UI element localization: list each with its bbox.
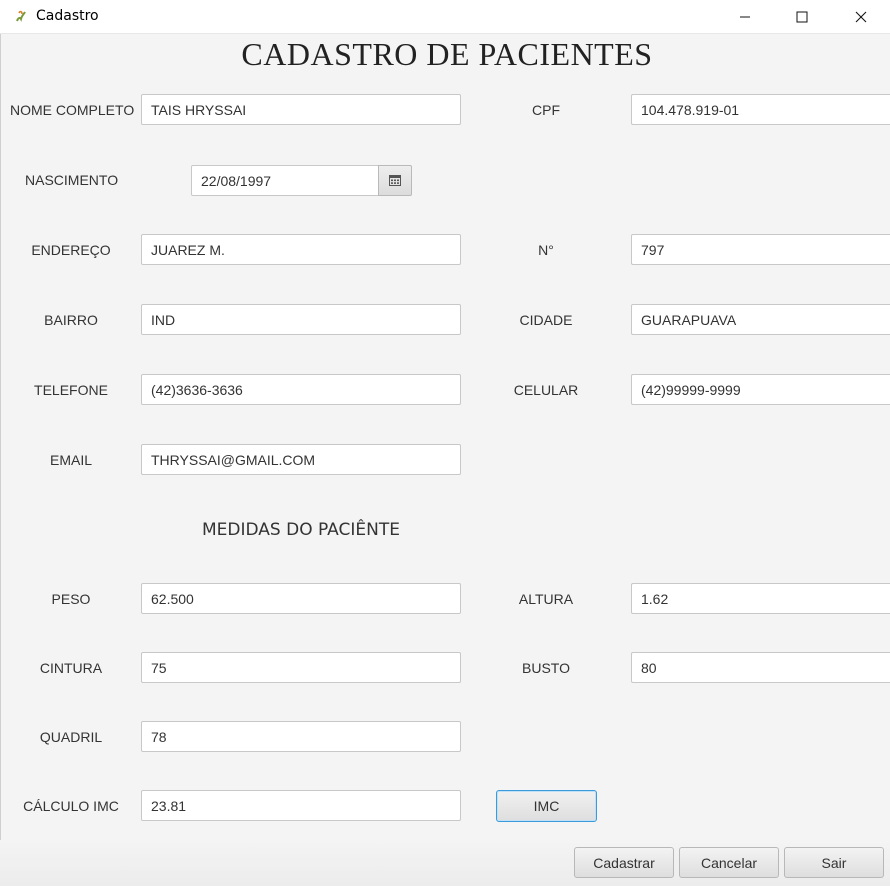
numero-label: N°	[538, 242, 554, 258]
cidade-field[interactable]	[631, 304, 890, 335]
bairro-label: BAIRRO	[44, 312, 98, 328]
window-titlebar: Cadastro	[0, 0, 890, 34]
cancelar-button[interactable]: Cancelar	[679, 847, 779, 878]
imc-field[interactable]	[141, 790, 461, 821]
quadril-field[interactable]	[141, 721, 461, 752]
nome-field[interactable]	[141, 94, 461, 125]
minimize-icon	[740, 16, 750, 18]
sair-button[interactable]: Sair	[784, 847, 884, 878]
nascimento-label: NASCIMENTO	[25, 172, 119, 188]
busto-label: BUSTO	[522, 660, 570, 676]
calendar-button[interactable]	[378, 165, 412, 196]
maximize-icon	[796, 11, 808, 23]
nascimento-datepicker	[191, 165, 412, 196]
section-title-medidas: MEDIDAS DO PACIÊNTE	[202, 520, 400, 540]
close-button[interactable]	[838, 0, 884, 34]
quadril-label: QUADRIL	[39, 729, 103, 745]
telefone-label: TELEFONE	[34, 382, 108, 398]
nome-label: NOME COMPLETO	[10, 102, 135, 118]
calendar-icon	[389, 175, 401, 186]
cpf-label: CPF	[532, 102, 560, 118]
nascimento-field[interactable]	[191, 165, 379, 196]
bairro-field[interactable]	[141, 304, 461, 335]
java-cup-icon	[16, 10, 26, 22]
altura-field[interactable]	[631, 583, 890, 614]
email-field[interactable]	[141, 444, 461, 475]
busto-field[interactable]	[631, 652, 890, 683]
cintura-field[interactable]	[141, 652, 461, 683]
cintura-label: CINTURA	[39, 660, 103, 676]
altura-label: ALTURA	[518, 591, 574, 607]
email-label: EMAIL	[49, 452, 93, 468]
page-title: CADASTRO DE PACIENTES	[241, 36, 653, 72]
endereco-field[interactable]	[141, 234, 461, 265]
celular-field[interactable]	[631, 374, 890, 405]
peso-field[interactable]	[141, 583, 461, 614]
minimize-button[interactable]	[722, 0, 768, 34]
numero-field[interactable]	[631, 234, 890, 265]
close-icon	[855, 11, 867, 23]
peso-label: PESO	[51, 591, 91, 607]
cpf-field[interactable]	[631, 94, 890, 125]
telefone-field[interactable]	[141, 374, 461, 405]
cidade-label: CIDADE	[519, 312, 573, 328]
maximize-button[interactable]	[779, 0, 825, 34]
cadastrar-button[interactable]: Cadastrar	[574, 847, 674, 878]
endereco-label: ENDEREÇO	[31, 242, 111, 258]
imc-button[interactable]: IMC	[496, 790, 597, 822]
imc-label: CÁLCULO IMC	[23, 798, 119, 814]
celular-label: CELULAR	[513, 382, 579, 398]
window-title: Cadastro	[36, 8, 99, 24]
